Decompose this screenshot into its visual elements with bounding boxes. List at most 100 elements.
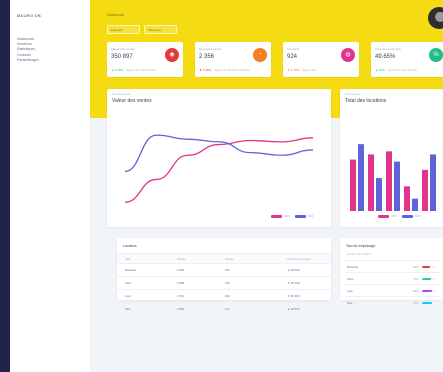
stat-card[interactable]: Taux de conversion 49.65% ▲ 12% depuis le m… bbox=[371, 42, 443, 77]
taux-label: Paris bbox=[347, 277, 354, 281]
stat-change: ▲ 3.48% depuis le mois dernier bbox=[111, 68, 156, 72]
table-cell: Marseille bbox=[125, 268, 137, 272]
stat-card[interactable]: Vendeurs 924 ▼ 1.10% depuis hier ◍ bbox=[283, 42, 359, 77]
taux-percent: 60% bbox=[413, 265, 419, 269]
stat-change-note: depuis hier bbox=[302, 68, 317, 72]
taux-progress-fill bbox=[422, 301, 432, 304]
bar-2020 bbox=[430, 154, 436, 211]
stat-change-note: depuis la semaine dernière bbox=[214, 68, 251, 72]
taux-percent: 75% bbox=[413, 301, 419, 305]
stat-value: 924 bbox=[287, 54, 298, 60]
table-cell: 147 bbox=[225, 307, 230, 311]
bar-2019 bbox=[422, 169, 428, 211]
stat-change-value: ▲ 12% bbox=[375, 68, 385, 72]
taux-percent: 80% bbox=[413, 289, 419, 293]
legend-label: 2019 bbox=[391, 215, 397, 219]
stat-value: 350 897 bbox=[111, 54, 133, 60]
stat-change-note: depuis le mois dernier bbox=[126, 68, 156, 72]
taux-row: Marseille 60% bbox=[345, 260, 440, 272]
table-cell: Nice bbox=[125, 307, 131, 311]
series-line-2020 bbox=[124, 134, 314, 173]
stat-change: ▼ 1.10% depuis hier bbox=[287, 68, 317, 72]
bar-2019 bbox=[386, 151, 392, 211]
sidebar-nav: Dashboard Vendeurs Statistiques Contacts… bbox=[17, 37, 39, 63]
legend-swatch bbox=[401, 215, 413, 218]
table-row[interactable]: Paris 3 985 319 ▼ 46.53% bbox=[117, 276, 331, 289]
stat-change-value: ▲ 3.48% bbox=[111, 68, 124, 72]
bar-2020 bbox=[412, 198, 418, 211]
column-header: Taux de conversion bbox=[287, 257, 312, 261]
export-button[interactable]: Exporter bbox=[107, 25, 140, 34]
chart-icon: ◉ bbox=[165, 48, 179, 62]
table-cell: Paris bbox=[125, 281, 132, 285]
bar-2019 bbox=[350, 159, 356, 211]
stat-label: Nouvelles ventes bbox=[199, 47, 222, 51]
bar-2019 bbox=[368, 154, 374, 211]
table-cell: 2 050 bbox=[177, 307, 184, 311]
filter-button[interactable]: Filtrer par bbox=[144, 25, 177, 34]
table-header: Ville Clients Ventes Taux de conversion bbox=[117, 253, 331, 263]
taux-progress-bar bbox=[422, 301, 435, 304]
stat-card[interactable]: Valeur des ventes 350 897 ▲ 3.48% depuis le… bbox=[107, 42, 183, 77]
sidebar: MAURO DB Dashboard Vendeurs Statistiques… bbox=[10, 0, 90, 372]
stat-label: Taux de conversion bbox=[375, 47, 401, 51]
taux-progress-fill bbox=[422, 265, 430, 268]
bar-2019 bbox=[404, 186, 410, 211]
percent-icon: % bbox=[429, 48, 443, 62]
sales-line-chart bbox=[124, 134, 314, 203]
page-title: Dashboard bbox=[107, 13, 125, 17]
table-row[interactable]: Lyon 3 513 294 ▼ 36.49% bbox=[117, 289, 331, 302]
table-cell: 294 bbox=[225, 294, 230, 298]
chart-legend: 2019 2020 bbox=[374, 215, 420, 218]
table-cell: 319 bbox=[225, 281, 230, 285]
series-line-2019 bbox=[124, 137, 314, 203]
pie-icon: ◔ bbox=[253, 48, 267, 62]
avatar[interactable] bbox=[428, 7, 443, 29]
bar-2020 bbox=[376, 178, 382, 211]
table-row[interactable]: Marseille 4 569 340 ▲ 46.53% bbox=[117, 263, 331, 276]
locations-table-card: Locations Ville Clients Ventes Taux de conv… bbox=[117, 238, 331, 311]
table-cell: ▲ 46.53% bbox=[287, 268, 301, 272]
taux-progress-bar bbox=[422, 265, 435, 268]
table-cell: ▼ 46.53% bbox=[287, 281, 301, 285]
bar-2020 bbox=[358, 144, 364, 211]
column-header: Clients bbox=[177, 257, 186, 261]
taux-progress-bar bbox=[422, 277, 435, 280]
table-cell: 3 985 bbox=[177, 281, 184, 285]
legend-swatch bbox=[378, 215, 389, 218]
legend-label: 2020 bbox=[414, 215, 421, 219]
locations-bar-chart bbox=[350, 144, 436, 211]
table-cell: ▼ 36.49% bbox=[287, 294, 301, 298]
taux-progress-fill bbox=[422, 289, 433, 292]
locations-chart-card: Performance Total des locations 2019 202… bbox=[340, 89, 443, 227]
table-cell: 340 bbox=[225, 268, 230, 272]
table-cell: Lyon bbox=[125, 294, 131, 298]
stat-value: 2 356 bbox=[199, 54, 215, 60]
bar-2020 bbox=[394, 161, 400, 211]
table-row[interactable]: Nice 2 050 147 ▲ 50.87% bbox=[117, 302, 331, 315]
column-header: Ventes bbox=[225, 257, 234, 261]
taux-label: Lyon bbox=[347, 289, 353, 293]
stat-card[interactable]: Nouvelles ventes 2 356 ▼ 3.48% depuis la se… bbox=[195, 42, 271, 77]
taux-row: Lyon 80% bbox=[345, 284, 440, 296]
card-title: Taux de remplissage bbox=[346, 244, 376, 248]
taux-progress-fill bbox=[422, 277, 432, 280]
chart-legend: 2019 2020 bbox=[267, 215, 313, 218]
app-frame: MAURO DB Dashboard Vendeurs Statistiques… bbox=[10, 0, 443, 372]
sales-chart-card: Vue d'ensemble Valeur des ventes 2019 20… bbox=[107, 89, 331, 227]
brand-logo[interactable]: MAURO DB bbox=[17, 13, 41, 18]
stat-label: Vendeurs bbox=[287, 47, 300, 51]
table-cell: ▲ 50.87% bbox=[287, 307, 301, 311]
column-header: Ville bbox=[125, 257, 131, 261]
stat-change-note: depuis le mois dernier bbox=[387, 68, 418, 72]
stat-change-value: ▼ 1.10% bbox=[287, 68, 300, 72]
stat-change: ▲ 12% depuis le mois dernier bbox=[375, 68, 417, 72]
taux-percent: 70% bbox=[413, 277, 419, 281]
taux-row: Paris 70% bbox=[345, 272, 440, 284]
sidebar-item-parametrages[interactable]: Paramétrages bbox=[17, 58, 39, 63]
legend-swatch bbox=[294, 215, 306, 218]
stat-label: Valeur des ventes bbox=[111, 47, 135, 51]
table-cell: 3 513 bbox=[177, 294, 184, 298]
locations-table: Ville Clients Ventes Taux de conversion Mars… bbox=[117, 253, 331, 315]
legend-label: 2020 bbox=[307, 215, 314, 219]
